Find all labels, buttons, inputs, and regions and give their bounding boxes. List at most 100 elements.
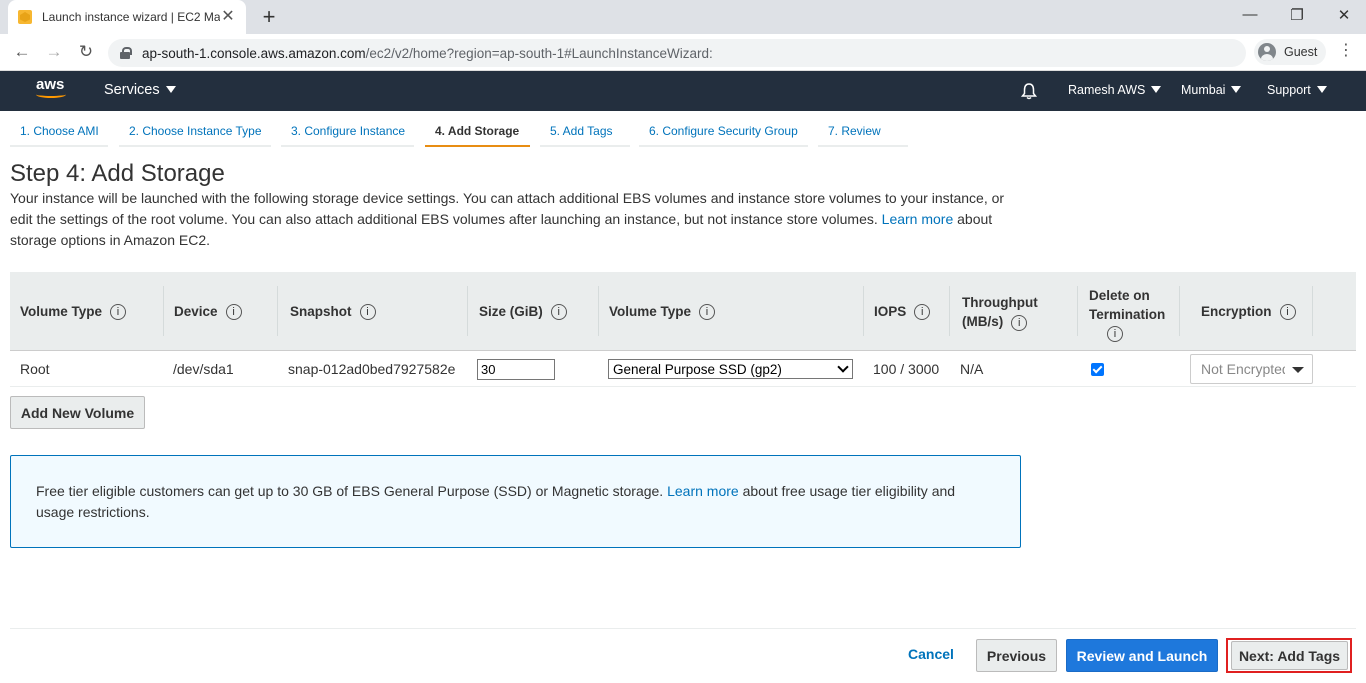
- header-label: Volume Type: [609, 304, 692, 319]
- new-tab-icon[interactable]: +: [258, 6, 280, 28]
- support-label: Support: [1267, 83, 1311, 97]
- caret-down-icon: [1292, 367, 1304, 373]
- forward-icon[interactable]: →: [44, 42, 64, 62]
- services-menu[interactable]: Services: [104, 82, 176, 98]
- column-divider: [949, 286, 950, 336]
- step-add-storage[interactable]: 4. Add Storage: [425, 111, 530, 147]
- account-menu[interactable]: Ramesh AWS: [1068, 83, 1162, 97]
- step-choose-ami[interactable]: 1. Choose AMI: [10, 111, 108, 147]
- step-review[interactable]: 7. Review: [818, 111, 908, 147]
- info-icon[interactable]: i: [225, 303, 242, 320]
- aws-logo-text: aws: [36, 76, 65, 93]
- footer-divider: [10, 628, 1356, 629]
- profile-label: Guest: [1284, 45, 1318, 59]
- cell-volume-type: Root: [20, 361, 50, 377]
- aws-favicon-icon: [18, 10, 32, 24]
- volume-type-select[interactable]: General Purpose SSD (gp2): [608, 359, 853, 379]
- info-icon[interactable]: i: [1279, 303, 1296, 320]
- window-close-icon[interactable]: ✕: [1334, 6, 1354, 24]
- cell-throughput: N/A: [960, 361, 984, 377]
- column-divider: [863, 286, 864, 336]
- caret-down-icon: [1231, 86, 1242, 93]
- add-new-volume-button[interactable]: Add New Volume: [10, 396, 145, 429]
- notifications-bell-icon[interactable]: [1020, 82, 1038, 100]
- notice-text: Free tier eligible customers can get up …: [36, 483, 664, 499]
- browser-menu-icon[interactable]: ⋮: [1338, 43, 1354, 59]
- cancel-button[interactable]: Cancel: [908, 646, 954, 662]
- page-title: Step 4: Add Storage: [10, 160, 225, 187]
- browser-tab-bar: Launch instance wizard | EC2 Ma ✕ + — ❐ …: [0, 0, 1366, 34]
- url-host: ap-south-1.console.aws.amazon.com: [142, 45, 366, 61]
- url-field[interactable]: ap-south-1.console.aws.amazon.com/ec2/v2…: [108, 39, 1246, 67]
- delete-on-termination-checkbox[interactable]: [1091, 362, 1104, 376]
- info-icon[interactable]: i: [1107, 325, 1123, 342]
- cell-snapshot: snap-012ad0bed7927582e: [288, 361, 456, 377]
- caret-down-icon: [165, 86, 176, 93]
- support-menu[interactable]: Support: [1267, 83, 1327, 97]
- header-device: Device i: [174, 272, 242, 351]
- highlight-box: [1226, 638, 1352, 673]
- header-label: Throughput (MB/s) i: [962, 293, 1057, 331]
- tab-title: Launch instance wizard | EC2 Ma: [42, 10, 220, 24]
- table-header: Volume Type i Device i Snapshot i Size (GiB…: [10, 272, 1356, 351]
- reload-icon[interactable]: ↻: [76, 42, 96, 62]
- lock-icon: [120, 47, 132, 59]
- step-configure-instance[interactable]: 3. Configure Instance: [281, 111, 414, 147]
- header-ebs-volume-type: Volume Type i: [609, 272, 716, 351]
- header-label: Size (GiB): [479, 304, 543, 319]
- address-bar: ← → ↻ ap-south-1.console.aws.amazon.com/…: [0, 34, 1366, 71]
- info-icon[interactable]: i: [914, 303, 931, 320]
- column-divider: [1312, 286, 1313, 336]
- header-snapshot: Snapshot i: [290, 272, 376, 351]
- url-text: ap-south-1.console.aws.amazon.com/ec2/v2…: [142, 46, 713, 61]
- back-icon[interactable]: ←: [12, 42, 32, 62]
- info-icon[interactable]: i: [1011, 314, 1028, 331]
- column-divider: [598, 286, 599, 336]
- encryption-select[interactable]: Not Encrypted: [1190, 354, 1313, 384]
- column-divider: [277, 286, 278, 336]
- region-menu[interactable]: Mumbai: [1181, 83, 1242, 97]
- aws-console-header: aws Services Ramesh AWS Mumbai Support: [0, 71, 1366, 111]
- column-divider: [1179, 286, 1180, 336]
- volume-type-value: General Purpose SSD (gp2): [613, 361, 782, 377]
- encryption-value: Not Encrypted: [1201, 361, 1285, 377]
- profile-button[interactable]: Guest: [1254, 39, 1326, 65]
- size-input[interactable]: [477, 358, 555, 380]
- caret-down-icon: [1316, 86, 1327, 93]
- learn-more-link[interactable]: Learn more: [882, 211, 954, 227]
- guest-avatar-icon: [1258, 43, 1276, 61]
- wizard-steps: 1. Choose AMI 2. Choose Instance Type 3.…: [10, 111, 910, 147]
- intro-body: Your instance will be launched with the …: [10, 190, 1005, 227]
- info-icon[interactable]: i: [359, 303, 376, 320]
- intro-text: Your instance will be launched with the …: [10, 188, 1020, 251]
- minimize-icon[interactable]: —: [1240, 6, 1260, 23]
- step-configure-security-group[interactable]: 6. Configure Security Group: [639, 111, 808, 147]
- header-label: Encryption: [1201, 304, 1272, 319]
- storage-table: Volume Type i Device i Snapshot i Size (GiB…: [10, 272, 1356, 387]
- header-size: Size (GiB) i: [479, 272, 567, 351]
- notice-learn-more-link[interactable]: Learn more: [667, 483, 739, 499]
- caret-down-icon: [1151, 86, 1162, 93]
- table-row: Root /dev/sda1 snap-012ad0bed7927582e Ge…: [10, 351, 1356, 387]
- header-label: Snapshot: [290, 304, 352, 319]
- header-label: Delete on Termination: [1089, 287, 1166, 322]
- info-icon[interactable]: i: [699, 303, 716, 320]
- header-label: Device: [174, 304, 218, 319]
- header-delete-on-termination: Delete on Termination i: [1089, 272, 1173, 351]
- aws-logo[interactable]: aws: [36, 76, 72, 104]
- info-icon[interactable]: i: [550, 303, 567, 320]
- region-label: Mumbai: [1181, 83, 1226, 97]
- step-add-tags[interactable]: 5. Add Tags: [540, 111, 630, 147]
- column-divider: [467, 286, 468, 336]
- previous-button[interactable]: Previous: [976, 639, 1057, 672]
- info-icon[interactable]: i: [110, 303, 127, 320]
- review-and-launch-button[interactable]: Review and Launch: [1066, 639, 1218, 672]
- tab-close-icon[interactable]: ✕: [220, 9, 236, 25]
- header-label: IOPS: [874, 304, 907, 319]
- browser-tab[interactable]: Launch instance wizard | EC2 Ma ✕: [8, 0, 246, 34]
- header-throughput: Throughput (MB/s) i: [962, 272, 1057, 351]
- restore-icon[interactable]: ❐: [1287, 6, 1307, 24]
- step-choose-instance-type[interactable]: 2. Choose Instance Type: [119, 111, 271, 147]
- column-divider: [163, 286, 164, 336]
- cell-iops: 100 / 3000: [873, 361, 940, 377]
